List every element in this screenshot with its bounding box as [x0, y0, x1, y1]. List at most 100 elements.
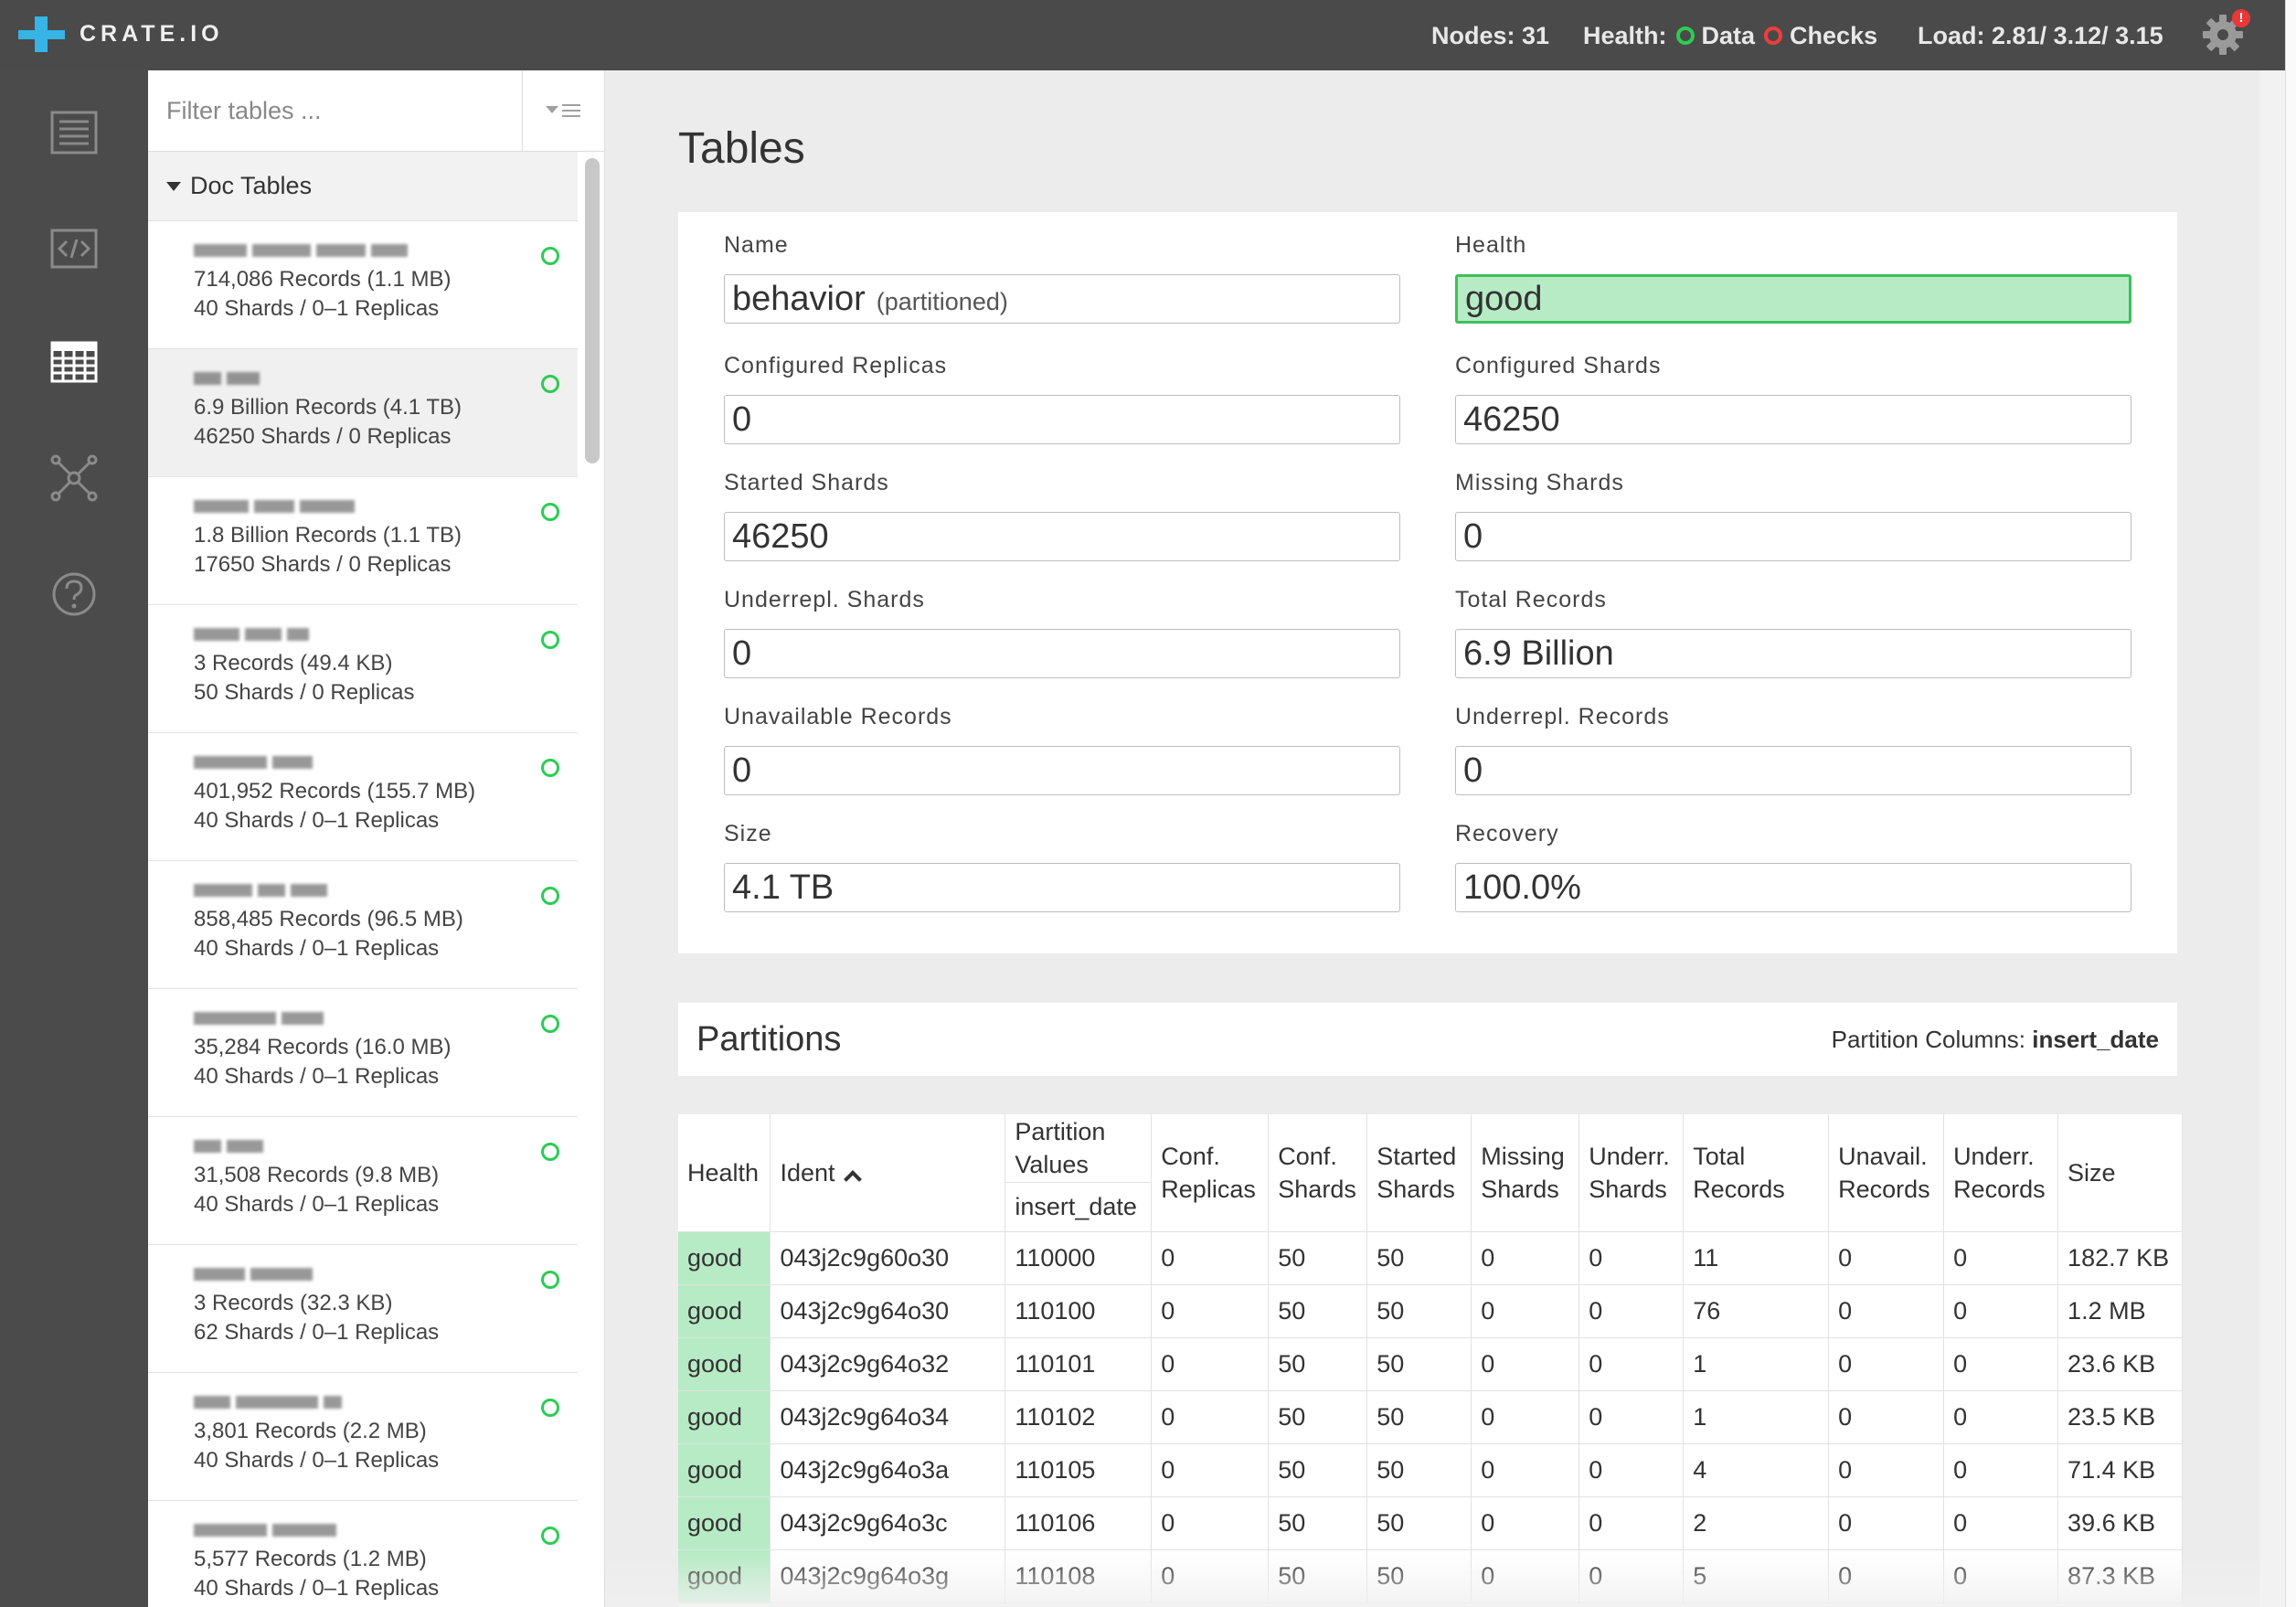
cell-ident: 043j2c9g64o3a — [770, 1443, 1006, 1497]
nav-cluster[interactable] — [0, 428, 148, 528]
cell-conf-shards: 50 — [1268, 1337, 1368, 1391]
col-missing-shards[interactable]: Missing Shards — [1471, 1114, 1580, 1232]
cell-insert-date: 110108 — [1004, 1549, 1153, 1603]
cell-underr-shards: 0 — [1578, 1549, 1685, 1603]
cell-size: 23.6 KB — [2057, 1337, 2183, 1391]
cell-ident: 043j2c9g64o34 — [770, 1390, 1006, 1444]
table-list-item[interactable]: 3 Records (49.4 KB) 50 Shards / 0 Replic… — [148, 605, 578, 733]
table-shards: 40 Shards / 0–1 Replicas — [194, 296, 440, 321]
configured-shards-value: 46250 — [1455, 395, 2131, 444]
table-list-item[interactable]: 6.9 Billion Records (4.1 TB) 46250 Shard… — [148, 349, 578, 477]
crate-logo[interactable]: CRATE.IO — [18, 16, 224, 52]
cell-health: good — [678, 1496, 771, 1550]
configured-shards-label: Configured Shards — [1455, 353, 1662, 378]
col-insert-date[interactable]: insert_date — [1004, 1182, 1153, 1232]
col-conf-shards[interactable]: Conf. Shards — [1268, 1114, 1368, 1232]
redacted-table-name — [194, 881, 578, 899]
health-ok-icon — [541, 1271, 559, 1289]
col-underr-shards[interactable]: Underr. Shards — [1578, 1114, 1685, 1232]
health-label: Health: — [1583, 21, 1667, 49]
health-ok-icon — [541, 1015, 559, 1033]
table-list-item[interactable]: 714,086 Records (1.1 MB) 40 Shards / 0–1… — [148, 221, 578, 349]
total-records-field: Total Records 6.9 Billion — [1455, 587, 2131, 678]
health-ok-icon — [541, 887, 559, 905]
cell-underr-shards: 0 — [1578, 1443, 1685, 1497]
caret-down-icon — [166, 181, 181, 191]
col-conf-replicas[interactable]: Conf. Replicas — [1151, 1114, 1270, 1232]
table-records: 31,508 Records (9.8 MB) — [194, 1163, 440, 1187]
cell-underr-shards: 0 — [1578, 1390, 1685, 1444]
table-list-scrollbar[interactable] — [585, 158, 600, 463]
cell-size: 87.3 KB — [2057, 1549, 2183, 1603]
filter-menu-button[interactable] — [523, 70, 605, 152]
table-list-panel: Doc Tables 714,086 Records (1.1 MB) 40 S… — [148, 70, 605, 1607]
health-status: Health: Data Checks — [1583, 20, 1877, 51]
col-started-shards[interactable]: Started Shards — [1366, 1114, 1472, 1232]
col-health[interactable]: Health — [678, 1114, 771, 1232]
cell-underr-records: 0 — [1943, 1284, 2059, 1338]
cell-conf-shards: 50 — [1268, 1496, 1368, 1550]
table-list-item[interactable]: 3 Records (32.3 KB) 62 Shards / 0–1 Repl… — [148, 1245, 578, 1373]
table-list-item[interactable]: 31,508 Records (9.8 MB) 40 Shards / 0–1 … — [148, 1117, 578, 1245]
table-list: 714,086 Records (1.1 MB) 40 Shards / 0–1… — [148, 221, 578, 1607]
checks-health-label[interactable]: Checks — [1790, 22, 1877, 50]
redacted-table-name — [194, 625, 578, 644]
cell-underr-records: 0 — [1943, 1549, 2059, 1603]
cell-unavail-records: 0 — [1828, 1549, 1945, 1603]
col-unavail-records[interactable]: Unavail. Records — [1828, 1114, 1945, 1232]
table-list-item[interactable]: 35,284 Records (16.0 MB) 40 Shards / 0–1… — [148, 989, 578, 1117]
cell-missing-shards: 0 — [1471, 1390, 1580, 1444]
table-shards: 40 Shards / 0–1 Replicas — [194, 1448, 440, 1473]
partitioned-tag: (partitioned) — [876, 287, 1008, 315]
missing-shards-value: 0 — [1455, 512, 2131, 561]
redacted-table-name — [194, 1393, 578, 1411]
partitions-title: Partitions — [696, 1019, 842, 1059]
filter-sort-icon — [546, 104, 580, 117]
cell-total-records: 76 — [1683, 1284, 1830, 1338]
cell-started-shards: 50 — [1366, 1284, 1472, 1338]
load-label: Load: — [1918, 21, 1985, 49]
table-list-item[interactable]: 3,801 Records (2.2 MB) 40 Shards / 0–1 R… — [148, 1373, 578, 1501]
window-edge — [2285, 0, 2296, 1607]
table-list-item[interactable]: 401,952 Records (155.7 MB) 40 Shards / 0… — [148, 733, 578, 861]
cell-insert-date: 110101 — [1004, 1337, 1153, 1391]
table-shards: 17650 Shards / 0 Replicas — [194, 552, 452, 577]
settings-button[interactable]: ! — [2201, 9, 2250, 57]
cell-missing-shards: 0 — [1471, 1337, 1580, 1391]
unavailable-records-label: Unavailable Records — [724, 704, 952, 729]
table-list-item[interactable]: 1.8 Billion Records (1.1 TB) 17650 Shard… — [148, 477, 578, 605]
table-shards: 50 Shards / 0 Replicas — [194, 680, 415, 705]
configured-replicas-value: 0 — [724, 395, 1400, 444]
cell-started-shards: 50 — [1366, 1390, 1472, 1444]
missing-shards-field: Missing Shards 0 — [1455, 470, 2131, 561]
col-ident[interactable]: Ident — [770, 1114, 1006, 1232]
unavailable-records-field: Unavailable Records 0 — [724, 704, 1400, 795]
filter-tables-input[interactable] — [148, 70, 522, 151]
data-health-label: Data — [1701, 21, 1756, 49]
nav-tables[interactable] — [0, 312, 148, 412]
cluster-icon — [50, 454, 98, 502]
doc-tables-group-toggle[interactable]: Doc Tables — [148, 152, 578, 221]
cell-conf-replicas: 0 — [1151, 1231, 1270, 1285]
table-shards: 40 Shards / 0–1 Replicas — [194, 936, 440, 961]
data-health-icon — [1675, 27, 1695, 45]
started-shards-value: 46250 — [724, 512, 1400, 561]
nav-overview[interactable] — [0, 82, 148, 183]
cell-started-shards: 50 — [1366, 1496, 1472, 1550]
table-list-item[interactable]: 858,485 Records (96.5 MB) 40 Shards / 0–… — [148, 861, 578, 989]
table-list-item[interactable]: 5,577 Records (1.2 MB) 40 Shards / 0–1 R… — [148, 1501, 578, 1607]
nav-console[interactable] — [0, 198, 148, 299]
col-size[interactable]: Size — [2057, 1114, 2183, 1232]
table-records: 5,577 Records (1.2 MB) — [194, 1547, 427, 1571]
recovery-label: Recovery — [1455, 821, 1559, 846]
name-value: behavior — [732, 279, 866, 318]
col-underr-records[interactable]: Underr. Records — [1943, 1114, 2059, 1232]
nav-help[interactable] — [0, 544, 148, 644]
cell-conf-shards: 50 — [1268, 1231, 1368, 1285]
recovery-field: Recovery 100.0% — [1455, 821, 2131, 912]
redacted-table-name — [194, 1137, 578, 1155]
cell-size: 182.7 KB — [2057, 1231, 2183, 1285]
cell-insert-date: 110100 — [1004, 1284, 1153, 1338]
col-total-records[interactable]: Total Records — [1683, 1114, 1830, 1232]
cell-size: 71.4 KB — [2057, 1443, 2183, 1497]
